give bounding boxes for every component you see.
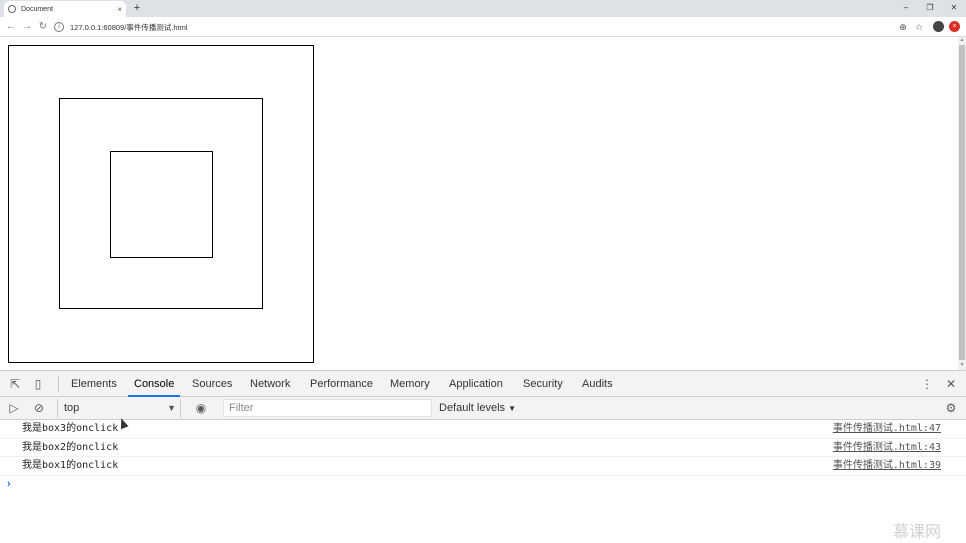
console-prompt[interactable]: › xyxy=(7,478,11,490)
tab-strip: Document × + – ❐ ✕ xyxy=(0,0,966,17)
tab-security[interactable]: Security xyxy=(517,371,569,397)
sidebar-toggle-icon[interactable]: ▷ xyxy=(6,400,22,416)
forward-icon[interactable]: → xyxy=(20,20,34,34)
restore-icon[interactable]: ❐ xyxy=(918,0,942,17)
chevron-down-icon: ▼ xyxy=(508,404,517,413)
eye-icon[interactable]: ◉ xyxy=(193,400,209,416)
console-toolbar: ▷ ⊘ top ▼ ◉ Filter Default levels ▼ ⚙ xyxy=(0,397,966,420)
reload-icon[interactable]: ↻ xyxy=(36,20,50,34)
settings-gear-icon[interactable]: ⚙ xyxy=(943,400,959,416)
console-row: 我是box3的onclick 事件传播测试.html:47 xyxy=(0,420,966,439)
console-row: 我是box1的onclick 事件传播测试.html:39 xyxy=(0,457,966,476)
url-text: 127.0.0.1:60809/事件传播测试.html xyxy=(70,22,188,32)
browser-toolbar: ← → ↻ i 127.0.0.1:60809/事件传播测试.html ⊕ ☆ xyxy=(0,17,966,37)
tab-document[interactable]: Document × xyxy=(4,1,126,17)
chevron-down-icon: ▼ xyxy=(167,403,176,413)
source-link[interactable]: 事件传播测试.html:39 xyxy=(833,457,941,475)
window-close-icon[interactable]: ✕ xyxy=(942,0,966,17)
levels-label: Default levels xyxy=(439,402,506,414)
tab-memory[interactable]: Memory xyxy=(384,371,436,397)
extension-icon[interactable]: × xyxy=(949,21,960,32)
console-row: 我是box2的onclick 事件传播测试.html:43 xyxy=(0,439,966,457)
minimize-icon[interactable]: – xyxy=(894,0,918,17)
page-viewport xyxy=(0,37,958,370)
new-tab-icon[interactable]: + xyxy=(131,1,143,15)
tab-sources[interactable]: Sources xyxy=(186,371,238,397)
console-output: 我是box3的onclick 事件传播测试.html:47 我是box2的onc… xyxy=(0,420,966,476)
box3[interactable] xyxy=(110,151,213,258)
tab-title: Document xyxy=(21,5,53,13)
back-icon[interactable]: ← xyxy=(4,20,18,34)
filter-input[interactable]: Filter xyxy=(223,399,432,417)
scroll-up-icon[interactable]: ▲ xyxy=(958,37,966,45)
device-toolbar-icon[interactable]: ▯ xyxy=(30,376,46,392)
tab-elements[interactable]: Elements xyxy=(65,371,123,397)
console-message: 我是box1的onclick xyxy=(22,460,119,471)
tab-application[interactable]: Application xyxy=(443,371,509,397)
context-value: top xyxy=(64,402,80,414)
zoom-icon[interactable]: ⊕ xyxy=(897,20,909,34)
address-bar[interactable]: i 127.0.0.1:60809/事件传播测试.html xyxy=(54,19,914,35)
devtools-close-icon[interactable]: ✕ xyxy=(943,376,959,392)
clear-console-icon[interactable]: ⊘ xyxy=(31,400,47,416)
tab-performance[interactable]: Performance xyxy=(304,371,379,397)
console-message: 我是box3的onclick xyxy=(22,423,119,434)
globe-icon xyxy=(8,5,16,13)
info-icon[interactable]: i xyxy=(54,22,64,32)
bookmark-star-icon[interactable]: ☆ xyxy=(913,20,925,34)
tab-audits[interactable]: Audits xyxy=(576,371,619,397)
console-message: 我是box2的onclick xyxy=(22,441,119,453)
context-select[interactable]: top ▼ xyxy=(57,399,181,418)
tab-network[interactable]: Network xyxy=(244,371,296,397)
page-scrollbar[interactable]: ▲ ▼ xyxy=(958,37,966,370)
watermark-logo: 慕课网 xyxy=(893,524,942,541)
log-levels-dropdown[interactable]: Default levels ▼ xyxy=(439,399,516,418)
profile-avatar-icon[interactable] xyxy=(933,21,944,32)
source-link[interactable]: 事件传播测试.html:43 xyxy=(833,439,941,457)
tab-close-icon[interactable]: × xyxy=(117,5,122,14)
divider xyxy=(58,376,59,392)
source-link[interactable]: 事件传播测试.html:47 xyxy=(833,420,941,438)
scroll-down-icon[interactable]: ▼ xyxy=(958,362,966,370)
devtools-tabbar: ⇱ ▯ Elements Console Sources Network Per… xyxy=(0,371,966,397)
more-menu-icon[interactable]: ⋮ xyxy=(919,376,935,392)
tab-console[interactable]: Console xyxy=(128,371,181,397)
inspect-element-icon[interactable]: ⇱ xyxy=(7,376,23,392)
scrollbar-thumb[interactable] xyxy=(959,45,965,360)
devtools-panel: ⇱ ▯ Elements Console Sources Network Per… xyxy=(0,370,966,543)
